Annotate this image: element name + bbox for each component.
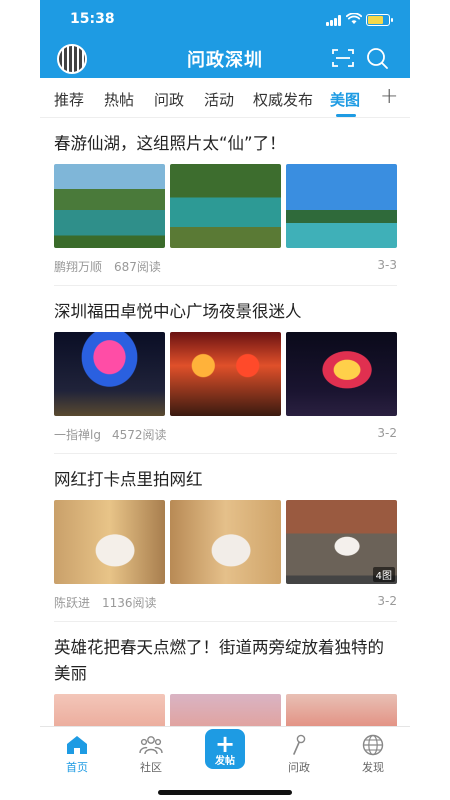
new-post-button[interactable]: + 发帖 <box>205 729 245 769</box>
globe-icon <box>362 734 384 756</box>
battery-icon <box>366 14 393 26</box>
active-tab-indicator <box>336 114 356 117</box>
tab-photos[interactable]: 美图 <box>330 89 360 110</box>
search-icon[interactable] <box>366 47 388 69</box>
home-indicator <box>158 790 292 795</box>
read-count: 4572阅读 <box>112 428 167 442</box>
app-bar: 问政深圳 <box>40 38 410 78</box>
article-title[interactable]: 深圳福田卓悦中心广场夜景很迷人 <box>54 299 302 325</box>
scan-icon[interactable] <box>332 48 354 68</box>
category-tabs: 推荐 热帖 问政 活动 权威发布 美图 + <box>40 78 410 118</box>
post-label: 发帖 <box>215 756 235 767</box>
article-images <box>54 164 397 248</box>
article-feed[interactable]: 春游仙湖，这组照片太“仙”了！ 鹏翔万顺 687阅读 3-3 深圳福田卓悦中心广… <box>40 118 410 726</box>
article-card[interactable]: 深圳福田卓悦中心广场夜景很迷人 一指禅lg 4572阅读 3-2 <box>54 286 397 454</box>
read-count: 687阅读 <box>114 260 161 274</box>
image-count-badge: 4图 <box>372 567 395 582</box>
app-title: 问政深圳 <box>187 50 263 71</box>
night-photo[interactable] <box>170 332 281 416</box>
post-date: 3-3 <box>377 258 397 272</box>
article-title[interactable]: 英雄花把春天点燃了！街道两旁绽放着独特的美丽 <box>54 635 397 687</box>
lake-photo[interactable] <box>54 164 165 248</box>
portrait-photo[interactable] <box>54 500 165 584</box>
article-meta: 鹏翔万顺 687阅读 3-3 <box>54 258 397 274</box>
home-icon <box>67 736 87 754</box>
night-photo[interactable] <box>54 332 165 416</box>
lake-photo[interactable] <box>286 164 397 248</box>
night-photo[interactable] <box>286 332 397 416</box>
article-card[interactable]: 春游仙湖，这组照片太“仙”了！ 鹏翔万顺 687阅读 3-3 <box>54 118 397 286</box>
post-date: 3-2 <box>377 594 397 608</box>
portrait-photo[interactable] <box>170 500 281 584</box>
tab-official[interactable]: 权威发布 <box>253 89 313 110</box>
article-card[interactable]: 英雄花把春天点燃了！街道两旁绽放着独特的美丽 <box>54 622 397 726</box>
status-bar: 15:38 <box>40 0 410 38</box>
lake-photo[interactable] <box>170 164 281 248</box>
read-count: 1136阅读 <box>102 596 157 610</box>
author-name: 鹏翔万顺 <box>54 260 103 274</box>
tab-inquiry[interactable]: 问政 <box>154 89 184 110</box>
article-card[interactable]: 网红打卡点里拍网红 4图 陈跃进 1136阅读 3-2 <box>54 454 397 622</box>
tab-hot-posts[interactable]: 热帖 <box>104 89 134 110</box>
article-images <box>54 332 397 416</box>
nav-discover[interactable]: 发现 <box>343 733 403 775</box>
status-time: 15:38 <box>70 11 115 27</box>
nav-home[interactable]: 首页 <box>47 733 107 775</box>
author-name: 一指禅lg <box>54 428 101 442</box>
nav-label: 问政 <box>288 761 310 774</box>
tab-activity[interactable]: 活动 <box>204 89 234 110</box>
nav-community[interactable]: 社区 <box>121 733 181 775</box>
article-images <box>54 694 397 726</box>
tab-recommend[interactable]: 推荐 <box>54 89 84 110</box>
portrait-photo[interactable]: 4图 <box>286 500 397 584</box>
community-icon <box>139 736 163 755</box>
post-date: 3-2 <box>377 426 397 440</box>
article-meta: 陈跃进 1136阅读 3-2 <box>54 594 397 610</box>
article-meta: 一指禅lg 4572阅读 3-2 <box>54 426 397 442</box>
plus-icon: + <box>214 730 236 758</box>
nav-inquiry[interactable]: 问政 <box>269 733 329 775</box>
article-images: 4图 <box>54 500 397 584</box>
nav-label: 首页 <box>66 761 88 774</box>
flower-photo[interactable] <box>170 694 281 726</box>
article-title[interactable]: 春游仙湖，这组照片太“仙”了！ <box>54 131 286 157</box>
header: 15:38 问政深圳 <box>40 0 410 78</box>
signal-icon <box>326 15 342 26</box>
microphone-icon <box>293 734 306 755</box>
article-title[interactable]: 网红打卡点里拍网红 <box>54 467 203 493</box>
app-screen: 15:38 问政深圳 推荐 热帖 问政 活动 权威发布 美图 + 春游仙湖，这组… <box>40 0 410 800</box>
flower-photo[interactable] <box>54 694 165 726</box>
nav-label: 发现 <box>362 761 384 774</box>
bottom-nav: 首页 社区 + 发帖 问政 发现 <box>40 726 410 800</box>
wifi-icon <box>346 13 362 24</box>
author-name: 陈跃进 <box>54 596 91 610</box>
nav-label: 社区 <box>140 761 162 774</box>
flower-photo[interactable] <box>286 694 397 726</box>
add-tab-icon[interactable]: + <box>380 84 398 109</box>
